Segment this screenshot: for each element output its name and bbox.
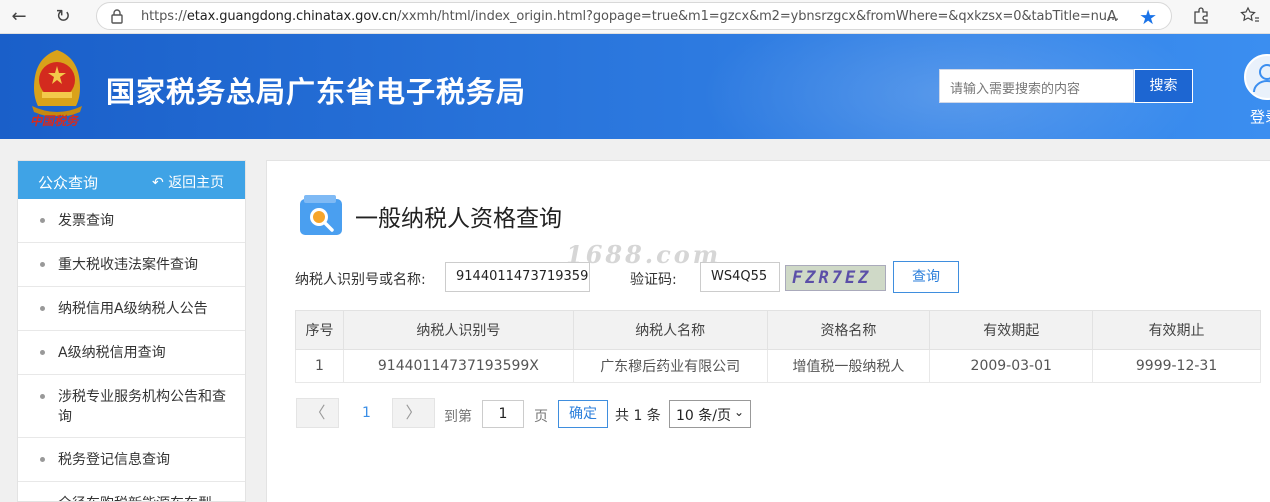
extensions-icon[interactable] <box>1192 6 1210 28</box>
sidebar-item-label: 税务登记信息查询 <box>58 452 170 468</box>
col-header-taxpayer-name: 纳税人名称 <box>572 310 768 350</box>
col-header-valid-to: 有效期止 <box>1092 310 1261 350</box>
sidebar-item-label: 涉税专业服务机构公告和查询 <box>58 389 226 425</box>
captcha-label: 验证码: <box>630 272 677 288</box>
tax-emblem-icon <box>32 50 82 116</box>
page-title: 一般纳税人资格查询 <box>355 206 562 232</box>
table-header-row: 序号 纳税人识别号 纳税人名称 资格名称 有效期起 有效期止 <box>295 310 1261 350</box>
back-home-link[interactable]: ↶ 返回主页 <box>152 172 224 192</box>
sidebar-header: 公众查询 ↶ 返回主页 <box>18 161 245 199</box>
sidebar-item-a-grade-query[interactable]: A级纳税信用查询 <box>18 331 245 375</box>
sidebar-item-violation-cases[interactable]: 重大税收违法案件查询 <box>18 243 245 287</box>
sidebar-item-service-agencies[interactable]: 涉税专业服务机构公告和查询 <box>18 375 245 438</box>
sidebar: 公众查询 ↶ 返回主页 发票查询 重大税收违法案件查询 纳税信用A级纳税人公告 … <box>17 160 246 502</box>
back-arrow-icon[interactable]: ← <box>8 6 30 28</box>
url-path: /xxmh/html/index_origin.html?gopage=true… <box>396 9 1120 24</box>
bullet-icon <box>40 350 45 355</box>
taxpayer-id-label: 纳税人识别号或名称: <box>295 272 426 288</box>
page-number-1[interactable]: 1 <box>362 405 371 421</box>
return-arrow-icon: ↶ <box>152 175 169 191</box>
cell-taxpayer-id: 91440114737193599X <box>342 349 574 383</box>
site-title: 国家税务总局广东省电子税务局 <box>106 75 527 109</box>
browser-toolbar: ← ↻ https://etax.guangdong.chinatax.gov.… <box>0 0 1270 34</box>
bullet-icon <box>40 218 45 223</box>
url-host: etax.guangdong.chinatax.gov.cn <box>186 9 397 24</box>
captcha-image-text: FZR7EZ <box>792 268 872 288</box>
favorites-icon[interactable] <box>1240 6 1260 28</box>
read-aloud-icon[interactable]: A <box>1107 7 1117 25</box>
sidebar-item-label: 重大税收违法案件查询 <box>58 257 198 273</box>
bullet-icon <box>40 262 45 267</box>
url-text: https://etax.guangdong.chinatax.gov.cn/x… <box>141 9 1119 24</box>
brand-script: 中国税务 <box>30 114 79 128</box>
cell-index: 1 <box>295 349 344 383</box>
taxpayer-id-input[interactable]: 91440114737193599X <box>445 262 590 292</box>
sidebar-item-vehicle-tax[interactable]: 全径车购税新能源车车型 <box>18 482 245 501</box>
captcha-image[interactable]: FZR7EZ <box>785 265 886 291</box>
results-table: 序号 纳税人识别号 纳税人名称 资格名称 有效期起 有效期止 1 9144011… <box>295 310 1261 383</box>
address-bar[interactable]: https://etax.guangdong.chinatax.gov.cn/x… <box>96 2 1172 30</box>
goto-label: 到第 <box>444 409 472 425</box>
cell-qualification: 增值税一般纳税人 <box>766 349 931 383</box>
reload-icon[interactable]: ↻ <box>52 6 74 28</box>
site-search-button[interactable]: 搜索 <box>1134 69 1193 103</box>
site-header: 中国税务 国家税务总局广东省电子税务局 请输入需要搜索的内容 搜索 登录 <box>0 34 1270 139</box>
cell-valid-from: 2009-03-01 <box>929 349 1094 383</box>
total-count: 共 1 条 <box>615 408 661 424</box>
query-button[interactable]: 查询 <box>893 261 959 293</box>
prev-page-button[interactable]: 〈 <box>296 398 339 428</box>
page-size-select[interactable]: 10 条/页 ⌄ <box>669 400 751 428</box>
cell-valid-to: 9999-12-31 <box>1092 349 1261 383</box>
bullet-icon <box>40 306 45 311</box>
bullet-icon <box>40 457 45 462</box>
sidebar-item-label: 纳税信用A级纳税人公告 <box>58 301 208 317</box>
bookmark-star-icon[interactable]: ★ <box>1139 5 1157 29</box>
back-home-label: 返回主页 <box>168 175 225 191</box>
col-header-index: 序号 <box>295 310 344 350</box>
page-size-value: 10 条/页 <box>676 408 731 424</box>
sidebar-title: 公众查询 <box>38 174 99 192</box>
login-link[interactable]: 登录 <box>1250 106 1270 127</box>
sidebar-item-registration[interactable]: 税务登记信息查询 <box>18 438 245 482</box>
col-header-qualification: 资格名称 <box>766 310 931 350</box>
sidebar-item-a-grade-notice[interactable]: 纳税信用A级纳税人公告 <box>18 287 245 331</box>
search-doc-icon <box>300 195 342 235</box>
page-jump-input[interactable]: 1 <box>482 400 524 428</box>
captcha-input[interactable]: WS4Q55 <box>700 262 780 292</box>
lock-icon <box>111 9 123 24</box>
url-prefix: https:// <box>141 9 187 24</box>
cell-taxpayer-name: 广东穆后药业有限公司 <box>572 349 768 383</box>
table-row: 1 91440114737193599X 广东穆后药业有限公司 增值税一般纳税人… <box>295 349 1261 383</box>
page-suffix-label: 页 <box>534 409 548 425</box>
next-page-button[interactable]: 〉 <box>392 398 435 428</box>
sidebar-item-label: 全径车购税新能源车车型 <box>58 494 233 501</box>
chevron-down-icon: ⌄ <box>733 405 744 419</box>
sidebar-item-label: 发票查询 <box>58 213 114 229</box>
confirm-page-button[interactable]: 确定 <box>558 400 608 428</box>
sidebar-item-label: A级纳税信用查询 <box>58 345 166 361</box>
user-avatar-icon[interactable] <box>1244 54 1270 100</box>
col-header-valid-from: 有效期起 <box>929 310 1094 350</box>
col-header-taxpayer-id: 纳税人识别号 <box>342 310 574 350</box>
bullet-icon <box>40 394 45 399</box>
site-search-input[interactable]: 请输入需要搜索的内容 <box>939 69 1134 103</box>
sidebar-item-invoice[interactable]: 发票查询 <box>18 199 245 243</box>
